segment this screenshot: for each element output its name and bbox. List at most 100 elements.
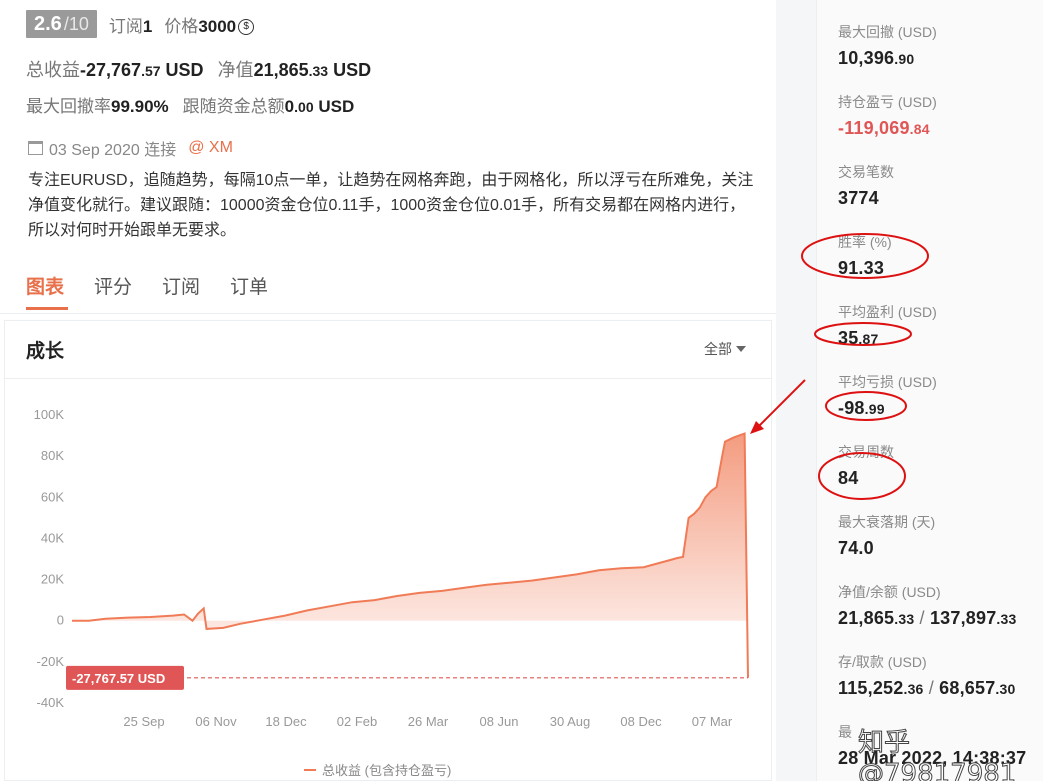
active-tab-indicator — [26, 307, 68, 310]
growth-chart: 100K 80K 60K 40K 20K 0 -20K -40K 25 Sep 06 Nov 18… — [34, 407, 749, 729]
x-tick-label: 30 Aug — [550, 714, 591, 729]
subscribe-label: 订阅 — [108, 16, 143, 36]
stat-label: 存/取款 (USD) — [838, 654, 927, 670]
stat-value-int: 84 — [838, 468, 859, 488]
tab-rating[interactable]: 评分 — [94, 272, 132, 309]
follow-total-label: 跟随资金总额 — [182, 97, 285, 116]
stat-value: -119,069.84 — [838, 118, 1038, 139]
stat-value: 115,252.36 / 68,657.30 — [838, 678, 1038, 699]
price-label: 价格 — [164, 16, 199, 36]
stat-value: 91.33 — [838, 258, 1038, 279]
follow-total: 跟随资金总额0.00 USD — [183, 92, 355, 117]
x-tick-label: 18 Dec — [265, 714, 307, 729]
score-badge: 2.6 /10 — [26, 10, 97, 38]
stat-value-int: 3774 — [838, 188, 879, 208]
stat-value-int: -98 — [838, 398, 865, 418]
tab-chart[interactable]: 图表 — [26, 272, 64, 309]
y-tick-label: 100K — [34, 407, 65, 422]
stat-value: 10,396.90 — [838, 48, 1038, 69]
y-axis: 100K 80K 60K 40K 20K 0 -20K -40K — [34, 407, 65, 710]
calendar-icon — [28, 141, 43, 155]
total-profit: 总收益-27,767.57 USD — [26, 56, 204, 82]
range-select-label: 全部 — [704, 341, 732, 357]
score-max: /10 — [63, 14, 89, 34]
x-tick-label: 06 Nov — [195, 714, 237, 729]
stat-value: 74.0 — [838, 538, 1038, 559]
chart-legend[interactable]: 总收益 (包含持仓盈亏) — [304, 760, 451, 779]
y-tick-label: -20K — [37, 654, 65, 669]
y-tick-label: 60K — [41, 489, 64, 504]
x-tick-label: 26 Mar — [408, 714, 449, 729]
stat-item: 胜率 (%) 91.33 — [838, 232, 1038, 279]
stat-label: 交易周数 — [838, 444, 894, 460]
price-info: 价格3000 $ — [164, 12, 255, 37]
x-axis: 25 Sep 06 Nov 18 Dec 02 Feb 26 Mar 08 Jun 30 A… — [123, 714, 732, 729]
stat-value-separator: / — [914, 608, 930, 628]
stat-value-int-2: 137,897 — [929, 608, 997, 628]
header-row: 2.6 /10 订阅1 价格3000 $ — [26, 10, 255, 38]
stat-item: 持仓盈亏 (USD) -119,069.84 — [838, 92, 1038, 139]
stat-item: 最大回撤 (USD) 10,396.90 — [838, 22, 1038, 69]
stat-value-dec: .99 — [864, 401, 885, 417]
stat-item: 存/取款 (USD) 115,252.36 / 68,657.30 — [838, 652, 1038, 699]
tab-orders[interactable]: 订单 — [230, 272, 268, 309]
tab-divider — [0, 313, 776, 314]
tab-subscribe[interactable]: 订阅 — [162, 272, 200, 309]
x-tick-label: 25 Sep — [123, 714, 164, 729]
equity-dec: .33 — [308, 63, 329, 79]
total-profit-int: -27,767 — [80, 60, 142, 80]
series-area — [72, 433, 748, 678]
follow-total-int: 0 — [284, 97, 295, 116]
stat-value-dec: .36 — [903, 681, 924, 697]
range-select[interactable]: 全部 — [704, 339, 746, 359]
stat-item: 净值/余额 (USD) 21,865.33 / 137,897.33 — [838, 582, 1038, 629]
connection-info: 03 Sep 2020 连接 @ XM — [28, 136, 233, 160]
x-tick-label: 08 Jun — [479, 714, 518, 729]
stat-value-int: 91.33 — [838, 258, 885, 278]
stat-value-dec: .84 — [909, 121, 930, 137]
stat-value: 35.87 — [838, 328, 1038, 349]
subscribe-info: 订阅1 — [109, 12, 152, 37]
column-gap — [776, 0, 816, 781]
equity-unit: USD — [333, 60, 372, 80]
stat-label: 持仓盈亏 (USD) — [838, 94, 937, 110]
stat-label: 最大回撤 (USD) — [838, 24, 937, 40]
subscribe-count: 1 — [142, 16, 153, 36]
follow-total-unit: USD — [318, 97, 355, 116]
x-tick-label: 08 Dec — [620, 714, 662, 729]
stat-value-separator: / — [923, 678, 940, 698]
total-profit-label: 总收益 — [26, 60, 80, 80]
stat-label: 平均亏损 (USD) — [838, 374, 937, 390]
x-tick-label: 07 Mar — [692, 714, 733, 729]
stat-item: 交易周数 84 — [838, 442, 1038, 489]
stat-value-dec-2: .30 — [995, 681, 1016, 697]
stat-item: 交易笔数 3774 — [838, 162, 1038, 209]
stat-label: 净值/余额 (USD) — [838, 584, 941, 600]
broker-link[interactable]: @ XM — [188, 139, 233, 157]
y-tick-label: 80K — [41, 448, 64, 463]
stat-item: 平均亏损 (USD) -98.99 — [838, 372, 1038, 419]
summary-line-1: 总收益-27,767.57 USD 净值21,865.33 USD — [26, 56, 371, 82]
current-value-label: -27,767.57 USD — [66, 665, 184, 690]
stat-value-int: 35 — [838, 328, 859, 348]
stat-value-int: 115,252 — [838, 678, 904, 698]
y-tick-label: 40K — [41, 530, 64, 545]
watermark: 知乎 @79817981 — [858, 728, 1017, 781]
stat-value-dec: .87 — [858, 331, 879, 347]
equity-label: 净值 — [217, 60, 254, 80]
total-profit-dec: .57 — [141, 63, 161, 79]
equity-int: 21,865 — [253, 60, 309, 80]
stat-value-int: 21,865 — [838, 608, 895, 628]
stat-item: 平均盈利 (USD) 35.87 — [838, 302, 1038, 349]
stat-value-dec: .90 — [894, 51, 915, 67]
total-profit-unit: USD — [165, 60, 204, 80]
stat-value: 3774 — [838, 188, 1038, 209]
stat-item: 最大衰落期 (天) 74.0 — [838, 512, 1038, 559]
max-dd-rate-value: 99.90% — [111, 97, 169, 116]
stat-value-int-2: 68,657 — [939, 678, 996, 698]
stat-label: 交易笔数 — [838, 164, 894, 180]
y-tick-label: 20K — [41, 572, 64, 587]
price-value: 3000 — [198, 16, 237, 36]
legend-label: 总收益 (包含持仓盈亏) — [322, 763, 452, 778]
caret-down-icon — [736, 346, 746, 352]
